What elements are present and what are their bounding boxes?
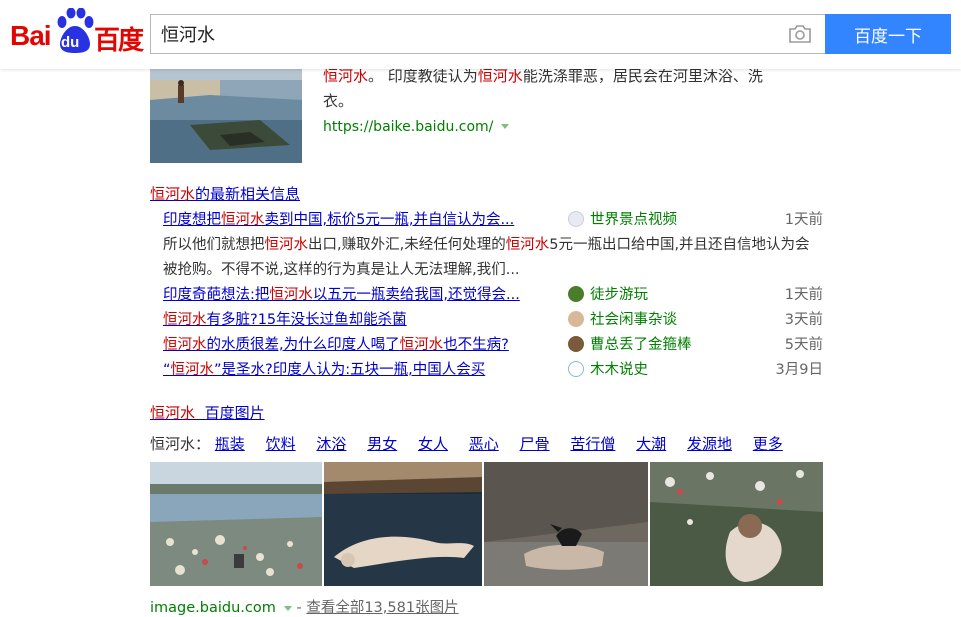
url-dropdown-caret-icon[interactable] [283,605,292,611]
news-text: 印度奇葩想法:把 [163,287,270,303]
highlight-term: 恒河水 [221,212,265,228]
search-input[interactable] [151,15,771,53]
news-time: 3天前 [784,312,823,328]
image-thumbnail[interactable] [324,462,482,586]
image-tag[interactable]: 瓶装 [215,435,245,453]
news-source[interactable]: 曹总丢了金箍棒 [568,333,692,358]
baidu-logo[interactable]: Bai du 百度 [10,8,144,58]
news-item: “恒河水”是圣水?印度人认为:五块一瓶,中国人会买 木木说史 3月9日 [163,358,823,383]
image-source-url[interactable]: image.baidu.com [150,600,276,616]
image-tag[interactable]: 发源地 [687,435,732,453]
news-text: 印度想把 [163,212,221,228]
source-avatar-icon [568,311,584,327]
image-tag[interactable]: 沐浴 [316,435,346,453]
news-text: 的水质很差,为什么印度人喝了 [206,337,400,353]
highlight-term: 恒河水 [269,287,313,303]
news-section-title[interactable]: 恒河水的最新相关信息 [150,183,300,204]
image-thumbnail[interactable] [484,462,648,586]
source-avatar-icon [568,336,584,352]
news-item: 恒河水有多脏?15年没长过鱼却能杀菌 社会闲事杂谈 3天前 [163,308,823,333]
news-time: 5天前 [784,337,823,353]
highlight-term: 恒河水 [163,312,207,328]
news-source-name: 世界景点视频 [590,212,677,228]
baike-url-row: https://baike.baidu.com/ [323,114,813,140]
news-abstract-text: 所以他们就想把 [163,237,265,253]
highlight-term: 恒河水 [163,337,207,353]
news-time: 1天前 [784,287,823,303]
news-source[interactable]: 徒步游玩 [568,283,648,308]
baike-text-span: 能洗涤罪恶，居民会在河里沐浴、洗 [522,67,763,85]
news-text: ”是圣水?印度人认为:五块一瓶,中国人会买 [214,362,486,378]
news-item: 印度想把恒河水卖到中国,标价5元一瓶,并自信认为会... 世界景点视频 1天前 [163,208,823,233]
image-strip [150,462,823,586]
news-text: 以五元一瓶卖给我国,还觉得会... [312,287,520,303]
image-tag[interactable]: 男女 [367,435,397,453]
baike-line-2: 衣。 [323,92,354,110]
news-link[interactable]: “恒河水”是圣水?印度人认为:五块一瓶,中国人会买 [163,362,485,378]
image-tag[interactable]: 饮料 [266,435,296,453]
news-item: 印度奇葩想法:把恒河水以五元一瓶卖给我国,还觉得会... 徒步游玩 1天前 [163,283,823,308]
highlight-term: 恒河水 [323,67,369,85]
highlight-term: 恒河水 [477,67,523,85]
news-text: 有多脏?15年没长过鱼却能杀菌 [206,312,407,328]
highlight-term: 恒河水 [150,404,196,422]
news-source-name: 社会闲事杂谈 [590,312,677,328]
image-thumbnail[interactable] [150,462,322,586]
image-tag-more[interactable]: 更多 [753,435,783,453]
view-all-images-link[interactable]: 查看全部13,581张图片 [306,600,458,616]
news-time: 1天前 [784,212,823,228]
highlight-term: 恒河水 [505,237,550,253]
logo-text-bai: Bai [10,20,52,51]
image-section-title[interactable]: 恒河水 百度图片 [150,402,265,423]
news-source-name: 木木说史 [590,362,648,378]
camera-icon[interactable] [788,24,812,44]
news-time: 3月9日 [775,362,823,378]
logo-text-du: du [61,34,80,51]
news-link[interactable]: 恒河水的水质很差,为什么印度人喝了恒河水也不生病? [163,337,509,353]
news-title-text: 的最新相关信息 [195,185,301,203]
image-tag[interactable]: 女人 [418,435,448,453]
top-header: Bai du 百度 百度一下 [0,0,961,69]
news-link[interactable]: 印度想把恒河水卖到中国,标价5元一瓶,并自信认为会... [163,212,514,228]
highlight-term: 恒河水 [150,185,196,203]
image-tag[interactable]: 大潮 [636,435,666,453]
search-button[interactable]: 百度一下 [825,14,951,54]
news-link[interactable]: 印度奇葩想法:把恒河水以五元一瓶卖给我国,还觉得会... [163,287,520,303]
image-tag[interactable]: 恶心 [469,435,499,453]
highlight-term: 恒河水 [399,337,444,353]
footer-separator: - [291,600,307,616]
highlight-term: 恒河水 [264,237,309,253]
image-thumbnail[interactable] [650,462,823,586]
news-text: “ [163,362,171,378]
news-source-name: 曹总丢了金箍棒 [590,337,692,353]
source-avatar-icon [568,286,584,302]
news-source[interactable]: 社会闲事杂谈 [568,308,677,333]
news-item: 恒河水的水质很差,为什么印度人喝了恒河水也不生病? 曹总丢了金箍棒 5天前 [163,333,823,358]
news-link[interactable]: 恒河水有多脏?15年没长过鱼却能杀菌 [163,312,407,328]
news-abstract-text: 出口,赚取外汇,未经任何处理的 [308,237,506,253]
image-footer: image.baidu.com - 查看全部13,581张图片 [150,596,459,617]
image-title-text: 百度图片 [204,404,265,422]
news-text: 卖到中国,标价5元一瓶,并自信认为会... [264,212,515,228]
highlight-term: 恒河水 [170,362,215,378]
news-list: 印度想把恒河水卖到中国,标价5元一瓶,并自信认为会... 世界景点视频 1天前 … [163,208,823,383]
source-avatar-icon [568,211,584,227]
baike-text-span: 。 印度教徒认为 [368,67,478,85]
news-source-name: 徒步游玩 [590,287,648,303]
url-dropdown-caret-icon[interactable] [501,124,510,129]
image-tag[interactable]: 尸骨 [520,435,550,453]
image-tag[interactable]: 苦行僧 [570,435,615,453]
news-source[interactable]: 世界景点视频 [568,208,677,233]
image-tag-row: 恒河水： 瓶装 饮料 沐浴 男女 女人 恶心 尸骨 苦行僧 大潮 发源地 更多 [150,432,799,456]
news-abstract: 所以他们就想把恒河水出口,赚取外汇,未经任何处理的恒河水5元一瓶出口给中国,并且… [163,233,823,283]
source-avatar-icon [568,361,584,377]
search-box [150,14,826,54]
tag-label: 恒河水： [150,435,211,453]
news-source[interactable]: 木木说史 [568,358,648,383]
logo-text-baidu-cn: 百度 [94,26,144,56]
baike-url[interactable]: https://baike.baidu.com/ [323,119,493,135]
news-text: 也不生病? [443,337,509,353]
